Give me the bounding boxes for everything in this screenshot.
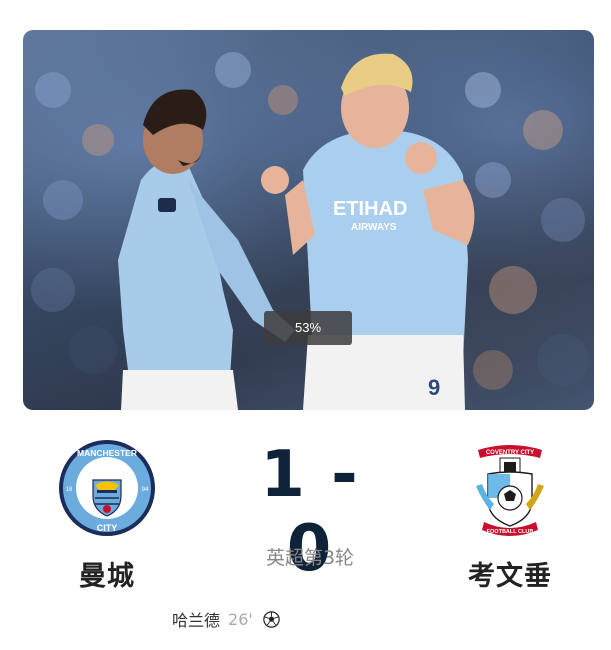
match-round: 英超第3轮 xyxy=(265,547,355,569)
away-team[interactable]: COVENTRY CITY FOOTBALL CLUB 考文垂 xyxy=(455,438,565,593)
goal-minute: 26' xyxy=(228,609,253,629)
football-icon xyxy=(263,610,280,628)
svg-text:MANCHESTER: MANCHESTER xyxy=(77,448,137,458)
svg-text:18: 18 xyxy=(66,487,73,493)
manchester-city-crest-icon: MANCHESTER CITY 18 94 xyxy=(57,438,157,538)
match-photo[interactable]: ETIHAD AIRWAYS 9 53% xyxy=(23,30,594,410)
svg-text:ETIHAD: ETIHAD xyxy=(333,198,407,220)
home-team-name: 曼城 xyxy=(79,561,135,592)
photo-progress-badge: 53% xyxy=(264,311,352,345)
svg-text:COVENTRY CITY: COVENTRY CITY xyxy=(486,450,534,456)
away-team-name: 考文垂 xyxy=(468,561,552,592)
svg-text:CITY: CITY xyxy=(97,523,118,533)
svg-text:94: 94 xyxy=(142,487,149,493)
svg-text:AIRWAYS: AIRWAYS xyxy=(351,222,397,233)
svg-text:9: 9 xyxy=(428,375,440,400)
home-team[interactable]: MANCHESTER CITY 18 94 曼城 xyxy=(55,438,159,593)
coventry-city-crest-icon: COVENTRY CITY FOOTBALL CLUB xyxy=(460,438,560,538)
svg-text:FOOTBALL CLUB: FOOTBALL CLUB xyxy=(487,529,534,535)
goal-event[interactable]: 哈兰德 26' xyxy=(172,608,280,630)
scorer-name: 哈兰德 xyxy=(172,611,221,630)
players-illustration: ETIHAD AIRWAYS 9 xyxy=(31,52,589,410)
